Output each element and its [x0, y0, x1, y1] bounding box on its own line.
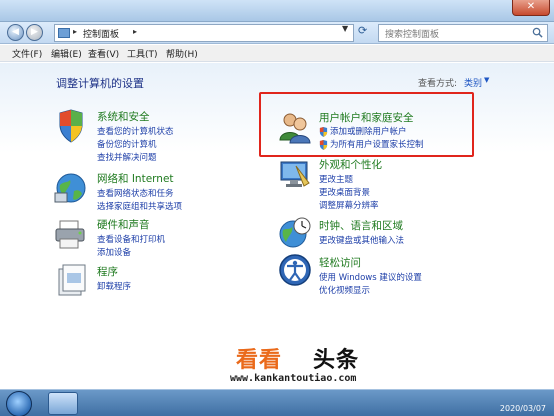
menu-help[interactable]: 帮助(H): [166, 47, 198, 60]
link-devices-printers[interactable]: 查看设备和打印机: [97, 233, 165, 245]
ease-of-access-icon[interactable]: [278, 253, 312, 287]
view-by-dropdown[interactable]: 类别: [464, 76, 482, 89]
forward-arrow-icon[interactable]: ▶: [26, 24, 43, 41]
category-title-programs[interactable]: 程序: [97, 264, 118, 279]
menu-view[interactable]: 查看(V): [88, 47, 119, 60]
search-input[interactable]: 搜索控制面板: [378, 24, 548, 42]
taskbar: 2020/03/07: [0, 389, 554, 416]
network-icon[interactable]: [54, 171, 88, 205]
chevron-down-icon[interactable]: ▼: [484, 76, 489, 84]
view-by-label: 查看方式:: [418, 79, 458, 89]
taskbar-date[interactable]: 2020/03/07: [500, 404, 546, 413]
link-troubleshoot[interactable]: 查找并解决问题: [97, 151, 157, 163]
link-change-keyboard-input[interactable]: 更改键盘或其他输入法: [319, 234, 404, 246]
link-optimize-display[interactable]: 优化视频显示: [319, 284, 370, 296]
category-title-ease-of-access[interactable]: 轻松访问: [319, 255, 361, 270]
menu-bar: 文件(F) 编辑(E) 查看(V) 工具(T) 帮助(H): [0, 45, 554, 62]
link-change-theme[interactable]: 更改主题: [319, 173, 353, 185]
taskbar-control-panel-button[interactable]: [48, 392, 78, 415]
link-homegroup-sharing[interactable]: 选择家庭组和共享选项: [97, 200, 182, 212]
watermark: 看看 头条 www.kankantoutiao.com: [228, 342, 428, 392]
menu-file[interactable]: 文件(F): [12, 47, 42, 60]
search-placeholder: 搜索控制面板: [385, 30, 440, 40]
watermark-logo: 看看: [236, 348, 283, 373]
watermark-logo: 头条: [313, 348, 360, 373]
search-icon[interactable]: [532, 27, 543, 38]
address-bar[interactable]: ▸ 控制面板 ▸: [54, 24, 354, 42]
control-panel-window: ✕ ◀ ▶ ▸ 控制面板 ▸ ▼ ⟳ 搜索控制面板 文件(F) 编辑(E) 查看…: [0, 0, 554, 389]
link-screen-resolution[interactable]: 调整屏幕分辨率: [319, 199, 379, 211]
page-title: 调整计算机的设置: [56, 77, 144, 90]
category-title-hardware-sound[interactable]: 硬件和声音: [97, 217, 150, 232]
start-button[interactable]: [6, 391, 32, 416]
title-bar: ✕: [0, 0, 554, 22]
menu-edit[interactable]: 编辑(E): [51, 47, 82, 60]
watermark-url: www.kankantoutiao.com: [230, 373, 357, 384]
link-network-status[interactable]: 查看网络状态和任务: [97, 187, 174, 199]
breadcrumb-arrow[interactable]: ▸: [73, 27, 77, 36]
close-button[interactable]: ✕: [512, 0, 550, 16]
control-panel-icon: [58, 28, 70, 38]
link-recommended-settings[interactable]: 使用 Windows 建议的设置: [319, 271, 422, 283]
category-title-appearance[interactable]: 外观和个性化: [319, 157, 382, 172]
link-view-computer-status[interactable]: 查看您的计算机状态: [97, 125, 174, 137]
link-uninstall-program[interactable]: 卸载程序: [97, 280, 131, 292]
chevron-down-icon[interactable]: ▼: [342, 24, 348, 33]
breadcrumb-control-panel[interactable]: 控制面板: [83, 27, 119, 40]
link-change-desktop-background[interactable]: 更改桌面背景: [319, 186, 370, 198]
category-title-network[interactable]: 网络和 Internet: [97, 171, 174, 186]
back-arrow-icon[interactable]: ◀: [7, 24, 24, 41]
link-add-device[interactable]: 添加设备: [97, 246, 131, 258]
menu-tools[interactable]: 工具(T): [127, 47, 158, 60]
clock-globe-icon[interactable]: [278, 216, 312, 250]
refresh-icon[interactable]: ⟳: [358, 24, 372, 38]
system-security-icon[interactable]: [54, 109, 88, 143]
category-title-clock-language[interactable]: 时钟、语言和区域: [319, 218, 403, 233]
programs-icon[interactable]: [54, 263, 88, 297]
highlight-box: [259, 92, 474, 157]
breadcrumb-arrow[interactable]: ▸: [133, 27, 137, 36]
link-backup-computer[interactable]: 备份您的计算机: [97, 138, 157, 150]
category-title-system-security[interactable]: 系统和安全: [97, 109, 150, 124]
appearance-icon[interactable]: [278, 158, 312, 192]
hardware-printer-icon[interactable]: [54, 217, 88, 251]
